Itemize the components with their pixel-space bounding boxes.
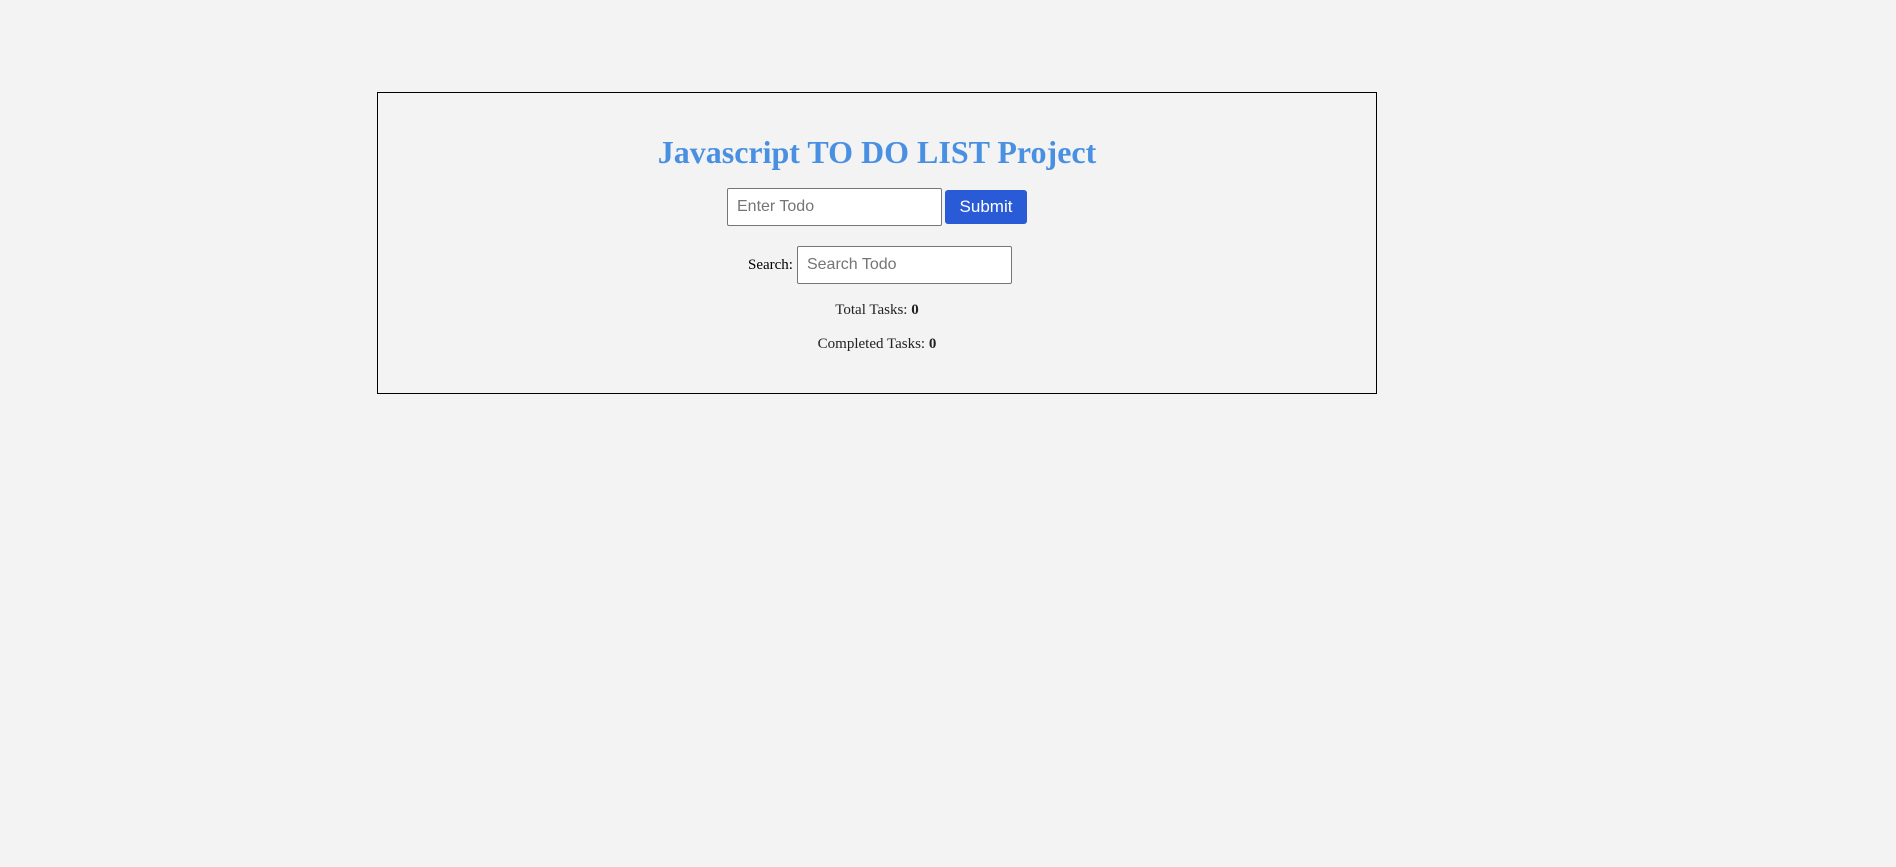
submit-button[interactable]: Submit [945,190,1027,224]
search-input[interactable] [796,246,1012,284]
completed-tasks-stat: Completed Tasks: 0 [378,336,1376,353]
search-label: Search: [748,256,793,273]
search-row: Search: [378,246,1376,284]
todo-input[interactable] [727,188,942,226]
todo-app-container: Javascript TO DO LIST Project Submit Sea… [377,92,1377,394]
completed-tasks-label: Completed Tasks: [817,336,929,352]
total-tasks-label: Total Tasks: [835,302,912,318]
add-todo-form: Submit [378,188,1376,226]
page-title: Javascript TO DO LIST Project [657,134,1097,170]
total-tasks-count: 0 [911,302,919,318]
completed-tasks-count: 0 [928,336,937,352]
total-tasks-stat: Total Tasks: 0 [378,302,1376,319]
